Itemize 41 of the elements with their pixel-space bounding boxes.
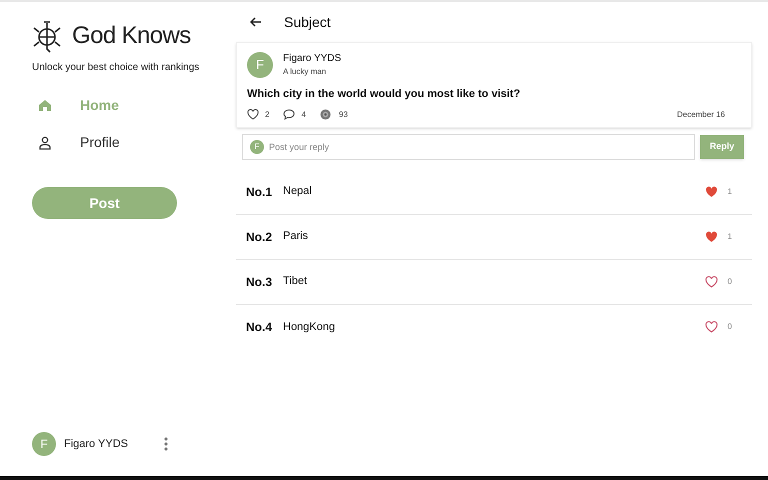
back-icon[interactable] (250, 17, 262, 27)
post-button[interactable]: Post (32, 187, 177, 219)
avatar: F (250, 140, 264, 154)
rank-label: No.4 (246, 319, 274, 336)
avatar: F (247, 52, 273, 78)
nav-item[interactable]: Profile (32, 128, 230, 157)
heart-icon[interactable] (247, 109, 259, 120)
brand-title: God Knows (72, 21, 191, 51)
post-date: December 16 (676, 108, 725, 120)
reply-button[interactable]: Reply (700, 134, 744, 158)
heart-icon[interactable] (704, 321, 718, 333)
author-bio: A lucky man (283, 66, 328, 78)
view-count: 93 (338, 108, 348, 120)
tagline: Unlock your best choice with rankings (32, 61, 200, 75)
rank-label: No.1 (246, 184, 274, 200)
like-count: 1 (728, 186, 732, 198)
avatar: F (32, 432, 56, 456)
heart-icon[interactable] (704, 230, 718, 242)
more-icon[interactable] (164, 437, 168, 451)
like-count: 1 (728, 230, 732, 242)
city-name: HongKong (283, 320, 335, 335)
comment-count: 4 (301, 108, 306, 120)
heart-icon[interactable] (704, 276, 718, 288)
rank-label: No.3 (246, 274, 274, 290)
question-text: Which city in the world would you most like to visit? (247, 87, 522, 102)
person-icon (38, 136, 52, 150)
author-name: Figaro YYDS (283, 52, 342, 66)
like-count: 0 (728, 321, 732, 333)
target-icon (320, 109, 331, 120)
home-icon (38, 99, 52, 112)
like-count: 2 (265, 108, 270, 120)
city-name: Nepal (283, 184, 312, 200)
like-count: 0 (728, 276, 732, 288)
page-title: Subject (284, 12, 331, 32)
nav-item[interactable]: Home (32, 91, 230, 120)
heart-icon[interactable] (704, 186, 718, 198)
user-name: Figaro YYDS (64, 436, 128, 452)
comment-icon[interactable] (283, 109, 296, 120)
rank-label: No.2 (246, 228, 274, 246)
city-name: Paris (283, 229, 308, 244)
city-name: Tibet (283, 274, 308, 290)
